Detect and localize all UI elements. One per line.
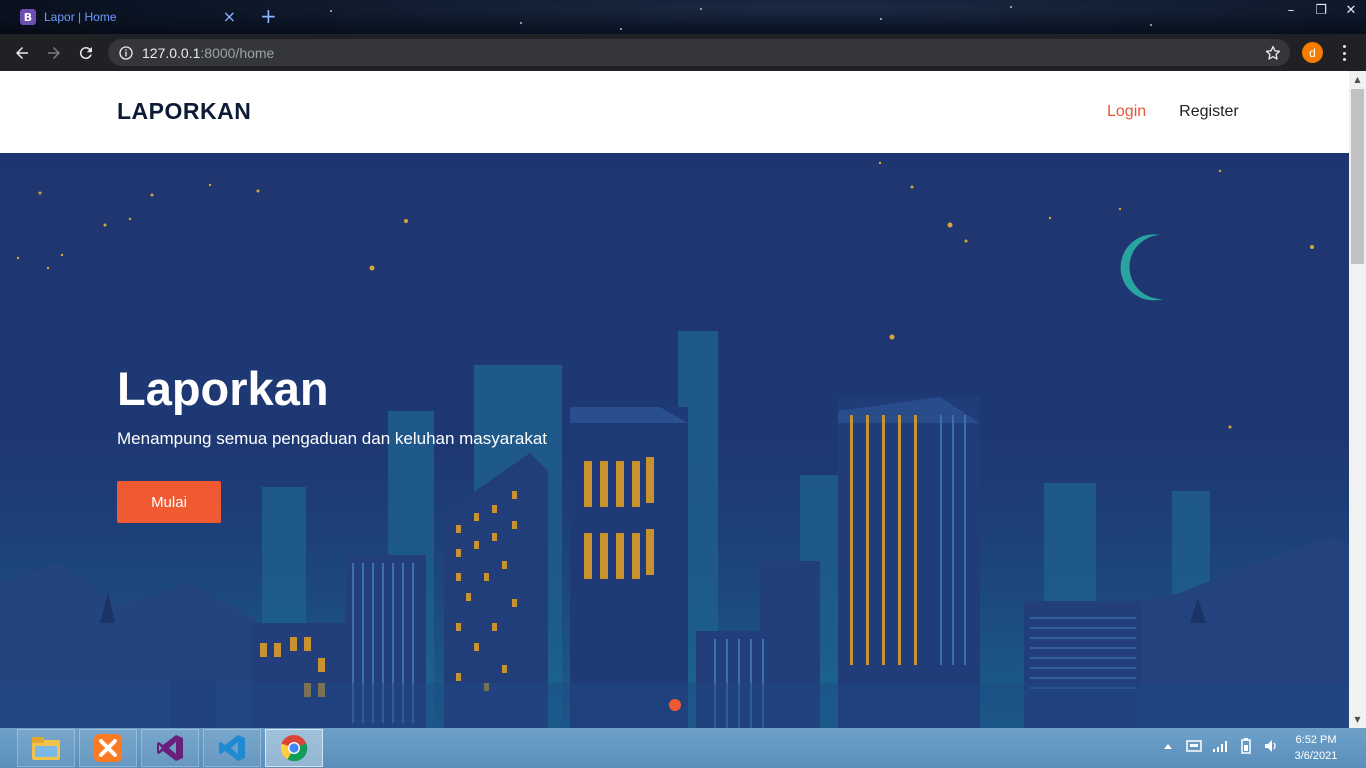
tab-title: Lapor | Home — [44, 10, 117, 24]
decorative-star — [330, 10, 332, 12]
chrome-icon — [280, 734, 308, 762]
bootstrap-favicon-icon: B — [20, 9, 36, 25]
decorative-star — [520, 22, 522, 24]
decorative-star — [1150, 24, 1152, 26]
mulai-button[interactable]: Mulai — [117, 481, 221, 523]
address-bar[interactable]: 127.0.0.1:8000/home — [108, 39, 1290, 66]
profile-avatar[interactable]: d — [1302, 42, 1323, 63]
scroll-thumb[interactable] — [1351, 89, 1364, 264]
hero-title: Laporkan — [117, 362, 329, 415]
decorative-star — [620, 28, 622, 30]
browser-toolbar: 127.0.0.1:8000/home d — [0, 34, 1366, 71]
new-tab-button[interactable]: + — [260, 6, 277, 26]
login-link[interactable]: Login — [1107, 103, 1146, 121]
menu-dot — [1342, 58, 1346, 61]
reload-icon — [79, 46, 92, 59]
bookmark-star-icon[interactable] — [1264, 44, 1282, 62]
taskbar-xampp[interactable] — [79, 729, 137, 767]
nav-links: Login Register — [1107, 103, 1239, 121]
menu-dot — [1342, 51, 1346, 55]
taskbar-vscode[interactable] — [203, 729, 261, 767]
arrow-left-icon — [16, 46, 28, 59]
scroll-up-icon[interactable]: ▲ — [1349, 71, 1366, 88]
visual-studio-icon — [157, 735, 183, 761]
vscode-icon — [219, 735, 245, 761]
chevron-up-icon[interactable] — [1160, 738, 1176, 754]
forward-button[interactable] — [38, 37, 70, 69]
decorative-star — [700, 8, 702, 10]
scroll-down-icon[interactable]: ▼ — [1349, 711, 1366, 728]
clock-time: 6:52 PM — [1295, 734, 1337, 746]
page-viewport: LAPORKAN Login Register Laporkan Menampu… — [0, 71, 1349, 728]
minimize-button[interactable]: – — [1276, 0, 1306, 20]
xampp-icon — [94, 734, 122, 762]
arrow-right-icon — [48, 46, 60, 59]
browser-tab[interactable]: B Lapor | Home × — [12, 4, 244, 30]
decorative-star — [880, 18, 882, 20]
carousel-indicator[interactable] — [669, 699, 681, 711]
page-scrollbar[interactable]: ▲ ▼ — [1349, 71, 1366, 728]
menu-dot — [1342, 45, 1346, 48]
taskbar-clock[interactable]: 6:52 PM 3/6/2021 — [1286, 732, 1346, 764]
taskbar-file-explorer[interactable] — [17, 729, 75, 767]
url-host: 127.0.0.1 — [142, 44, 201, 61]
register-link[interactable]: Register — [1179, 103, 1239, 121]
volume-icon[interactable] — [1264, 738, 1280, 754]
site-brand[interactable]: LAPORKAN — [117, 98, 251, 125]
clock-date: 3/6/2021 — [1294, 750, 1338, 762]
restore-button[interactable]: ❐ — [1306, 0, 1336, 20]
hero-subtitle: Menampung semua pengaduan dan keluhan ma… — [117, 429, 548, 448]
taskbar-chrome[interactable] — [265, 729, 323, 767]
info-icon[interactable] — [118, 45, 134, 61]
close-tab-icon[interactable]: × — [223, 9, 236, 25]
site-navbar: LAPORKAN Login Register — [0, 71, 1349, 153]
keyboard-icon[interactable] — [1186, 738, 1202, 754]
browser-title-bar: B Lapor | Home × + – ❐ ✕ — [0, 0, 1366, 34]
file-explorer-icon — [32, 737, 60, 760]
network-signal-icon[interactable] — [1212, 738, 1228, 754]
battery-icon[interactable] — [1238, 738, 1254, 754]
browser-menu-button[interactable] — [1336, 43, 1352, 63]
close-window-button[interactable]: ✕ — [1336, 0, 1366, 20]
reload-button[interactable] — [70, 37, 102, 69]
window-controls: – ❐ ✕ — [1276, 0, 1366, 20]
system-tray — [1160, 738, 1280, 754]
hero-section: Laporkan Menampung semua pengaduan dan k… — [0, 153, 1349, 728]
url-path: :8000/home — [200, 44, 275, 61]
taskbar-visual-studio[interactable] — [141, 729, 199, 767]
windows-taskbar: 6:52 PM 3/6/2021 — [0, 728, 1366, 768]
back-button[interactable] — [6, 37, 38, 69]
decorative-star — [1010, 6, 1012, 8]
